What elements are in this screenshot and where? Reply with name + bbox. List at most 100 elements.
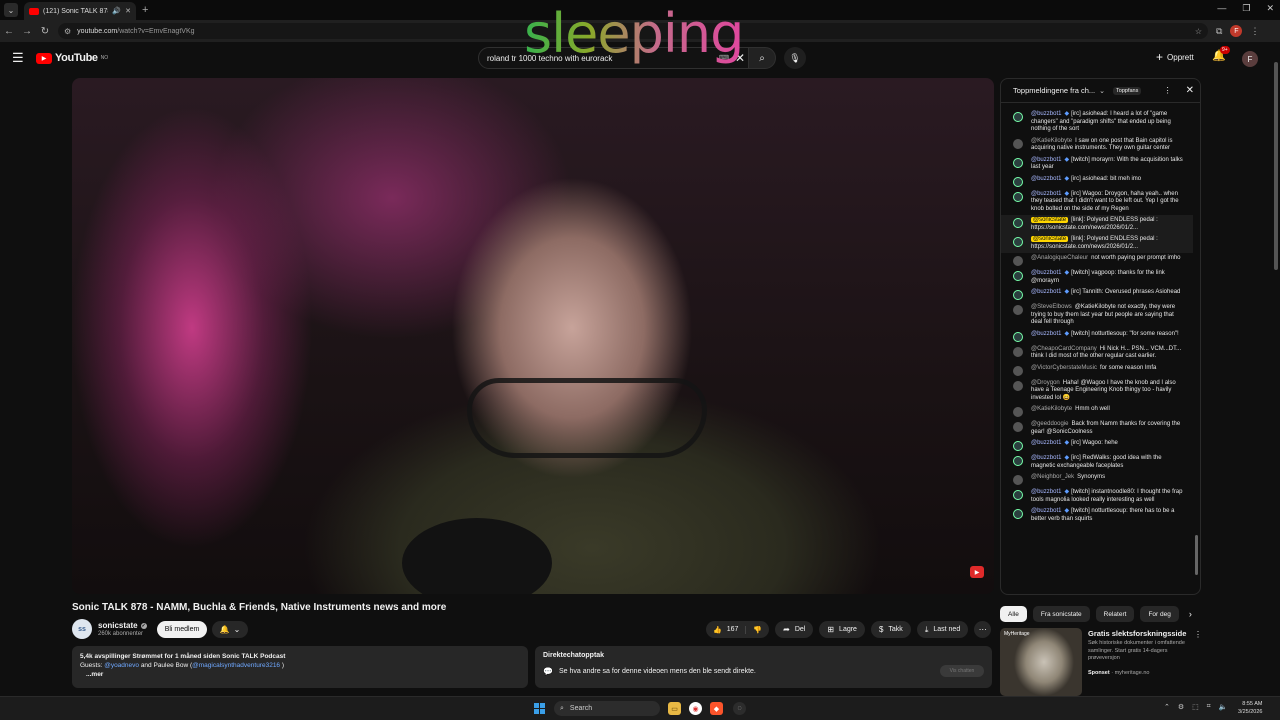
chat-message[interactable]: @Droygon Haha! @Wagoo I have the knob and…: [1001, 378, 1193, 405]
filter-chip[interactable]: Relatert: [1095, 606, 1135, 622]
chat-author-avatar[interactable]: [1013, 191, 1023, 202]
chat-scrollbar[interactable]: [1195, 535, 1198, 575]
chat-message[interactable]: @KatieKilobyte Hmm oh well: [1001, 404, 1193, 419]
menu-icon[interactable]: ☰: [12, 50, 26, 66]
chevron-down-icon[interactable]: ⌄: [1099, 87, 1105, 95]
brave-icon[interactable]: ◆: [710, 702, 723, 715]
chat-author-name[interactable]: @buzzbot1: [1031, 508, 1061, 514]
share-button[interactable]: ➦ Del: [775, 621, 814, 638]
subscription-bell-button[interactable]: 🔔 ⌄: [212, 621, 248, 638]
chat-author-avatar[interactable]: [1013, 157, 1023, 168]
chat-message[interactable]: @buzzbot1 ◆ [twitch] instantnoodle80: I th…: [1001, 487, 1193, 506]
chat-message[interactable]: @buzzbot1 ◆ [irc] Wagoo: Droygon, haha yea…: [1001, 189, 1193, 216]
network-icon[interactable]: ⌗: [1207, 703, 1211, 711]
chat-author-avatar[interactable]: [1013, 138, 1023, 149]
chat-message[interactable]: @SteveElbows @KatieKilobyte not exactly, …: [1001, 302, 1193, 329]
chat-author-avatar[interactable]: [1013, 305, 1023, 315]
chat-author-name[interactable]: @KatieKilobyte: [1031, 138, 1072, 144]
ad-thumbnail[interactable]: MyHeritage: [1000, 628, 1082, 696]
windows-start-icon[interactable]: [534, 703, 545, 714]
thanks-button[interactable]: $ Takk: [870, 621, 911, 638]
tab-list-button[interactable]: ⌄: [4, 3, 18, 17]
chat-author-name[interactable]: @buzzbot1: [1031, 289, 1061, 295]
top-fans-badge[interactable]: Toppfans: [1113, 86, 1142, 95]
account-avatar[interactable]: F: [1242, 51, 1258, 67]
browser-profile-avatar[interactable]: F: [1230, 25, 1243, 37]
chat-author-name[interactable]: @buzzbot1: [1031, 440, 1061, 446]
filter-chip[interactable]: Fra sonicstate: [1032, 606, 1090, 622]
chat-author-name[interactable]: @buzzbot1: [1031, 455, 1061, 461]
chat-author-name[interactable]: @SteveElbows: [1031, 304, 1072, 310]
chat-message[interactable]: @buzzbot1 ◆ [irc] asiohead: I heard a lot …: [1001, 109, 1193, 136]
tray-chevron-icon[interactable]: ⌃: [1164, 703, 1170, 711]
tray-app-icon-2[interactable]: ⬚: [1192, 703, 1199, 711]
voice-search-button[interactable]: 🎙: [784, 47, 806, 69]
chat-author-avatar[interactable]: [1013, 422, 1023, 432]
chat-author-name[interactable]: @AnalogiqueChaleur: [1031, 255, 1088, 261]
chat-message[interactable]: @buzzbot1 ◆ [irc] Tannith: Overused phrase…: [1001, 287, 1193, 302]
chevron-right-icon[interactable]: ›: [1189, 609, 1192, 619]
chat-author-name[interactable]: @VictorCyberstateMusic: [1031, 365, 1097, 371]
chat-author-name[interactable]: @KatieKilobyte: [1031, 406, 1072, 412]
chat-author-avatar[interactable]: [1013, 407, 1023, 417]
bookmark-star-icon[interactable]: ☆: [1195, 27, 1202, 36]
chat-author-name[interactable]: @buzzbot1: [1031, 191, 1061, 197]
chat-message[interactable]: @sonicstate [link]: Polyend ENDLESS pedal…: [1001, 234, 1193, 253]
chat-message[interactable]: @KatieKilobyte I saw on one post that Bai…: [1001, 136, 1193, 155]
taskbar-clock[interactable]: 8:55 AM 3/25/2026: [1238, 700, 1262, 716]
chat-author-avatar[interactable]: [1013, 346, 1023, 357]
chat-message[interactable]: @CheapoCardCompany Hi Nick H... PSN... VC…: [1001, 344, 1193, 363]
join-button[interactable]: Bli medlem: [157, 621, 207, 638]
chat-messages[interactable]: @buzzbot1 ◆ [irc] asiohead: I heard a lot …: [1001, 105, 1193, 594]
close-window-icon[interactable]: ✕: [1266, 3, 1274, 14]
tab-close-icon[interactable]: ✕: [125, 7, 131, 15]
chat-author-avatar[interactable]: [1013, 218, 1023, 228]
chat-author-avatar[interactable]: [1013, 365, 1023, 376]
more-actions-button[interactable]: ⋯: [974, 621, 992, 638]
chat-author-avatar[interactable]: [1013, 237, 1023, 247]
chat-author-avatar[interactable]: [1013, 509, 1023, 519]
chat-close-icon[interactable]: ✕: [1186, 85, 1194, 96]
chat-message[interactable]: @Neighbor_Jek Synonyms: [1001, 472, 1193, 487]
chat-message[interactable]: @buzzbot1 ◆ [twitch] morayrn: With the acq…: [1001, 155, 1193, 174]
chat-message[interactable]: @buzzbot1 ◆ [irc] asiohead: bit meh imo: [1001, 174, 1193, 189]
speaker-icon[interactable]: 🔊: [112, 7, 121, 15]
chat-author-name[interactable]: @CheapoCardCompany: [1031, 346, 1097, 352]
chat-author-name[interactable]: @buzzbot1: [1031, 111, 1061, 117]
keyboard-icon[interactable]: ⌨: [719, 54, 729, 62]
minimize-icon[interactable]: —: [1217, 3, 1226, 14]
chat-more-icon[interactable]: ⋮: [1164, 86, 1172, 95]
maximize-icon[interactable]: ❐: [1242, 3, 1250, 14]
site-info-icon[interactable]: ⚙: [64, 27, 71, 36]
chat-author-avatar[interactable]: [1013, 441, 1023, 451]
filter-chip[interactable]: For deg: [1140, 606, 1179, 622]
chat-author-avatar[interactable]: [1013, 112, 1023, 122]
download-button[interactable]: ⤓ Last ned: [916, 621, 969, 638]
address-bar[interactable]: ⚙ youtube.com/watch?v=EmvEnagtVKg ☆: [58, 23, 1208, 39]
chat-author-name[interactable]: @buzzbot1: [1031, 157, 1061, 163]
chat-author-avatar[interactable]: [1013, 380, 1023, 391]
chat-message[interactable]: @geeddoogie Back from Namm thanks for cov…: [1001, 419, 1193, 438]
chat-author-name[interactable]: @Droygon: [1031, 380, 1060, 386]
chat-message[interactable]: @VictorCyberstateMusic for some reason lm…: [1001, 363, 1193, 378]
channel-name[interactable]: sonicstate: [98, 621, 138, 630]
page-scrollbar[interactable]: [1274, 62, 1278, 270]
chat-message[interactable]: @buzzbot1 ◆ [twitch] notturtlesoup: there …: [1001, 506, 1193, 525]
chat-message[interactable]: @buzzbot1 ◆ [twitch] notturtlesoup: "for s…: [1001, 329, 1193, 344]
chat-message[interactable]: @buzzbot1 ◆ [irc] RedWalks: good idea with…: [1001, 453, 1193, 472]
browser-menu-icon[interactable]: ⋮: [1250, 26, 1259, 37]
dislike-button[interactable]: 👎: [746, 626, 769, 634]
chat-author-name[interactable]: @sonicstate: [1031, 217, 1069, 223]
new-tab-button[interactable]: +: [142, 4, 148, 16]
chat-message[interactable]: @sonicstate [link]: Polyend ENDLESS pedal…: [1001, 215, 1193, 234]
chrome-icon[interactable]: ◉: [689, 702, 702, 715]
search-input[interactable]: roland tr 1000 techno with eurorack ⌨ ✕: [478, 47, 752, 69]
create-button[interactable]: + Opprett: [1156, 50, 1194, 64]
guest-link-1[interactable]: @yoadnevo: [104, 662, 139, 669]
ad-more-icon[interactable]: ⋮: [1194, 630, 1202, 639]
youtube-watermark-icon[interactable]: ▶: [970, 566, 984, 578]
video-player[interactable]: ▶: [72, 78, 994, 594]
show-chat-button[interactable]: Vis chatten: [940, 665, 984, 677]
sponsored-card[interactable]: MyHeritage Gratis slektsforskningsside S…: [1000, 628, 1202, 698]
volume-icon[interactable]: 🔈: [1219, 703, 1228, 711]
